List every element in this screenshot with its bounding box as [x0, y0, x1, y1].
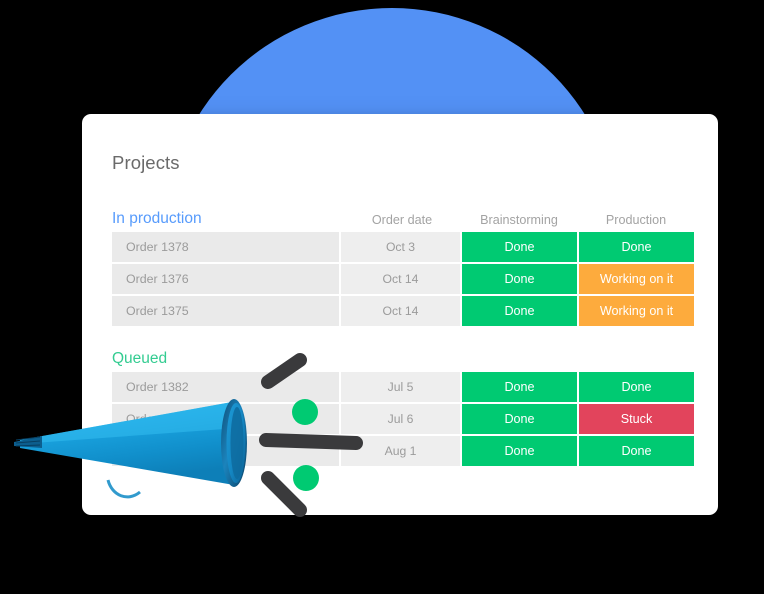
cell-order-name[interactable]: Order 1: [112, 404, 339, 434]
table-row[interactable]: Aug 1 Done Done: [112, 436, 694, 466]
status-badge-brainstorming[interactable]: Done: [462, 436, 577, 466]
group-rows-queued: Order 1382 Jul 5 Done Done Order 1 Jul 6 Done S…: [112, 372, 694, 468]
table-row[interactable]: Order 1378 Oct 3 Done Done: [112, 232, 694, 262]
cell-order-date[interactable]: Oct 14: [341, 264, 460, 294]
cell-order-date[interactable]: Jul 5: [341, 372, 460, 402]
table-row[interactable]: Order 1 Jul 6 Done Stuck: [112, 404, 694, 434]
group-label-queued[interactable]: Queued: [112, 350, 167, 368]
status-badge-production[interactable]: Working on it: [579, 296, 694, 326]
status-badge-brainstorming[interactable]: Done: [462, 264, 577, 294]
cell-order-name[interactable]: [112, 436, 339, 466]
projects-card: Projects Order date Brainstorming Produc…: [82, 114, 718, 515]
status-badge-brainstorming[interactable]: Done: [462, 404, 577, 434]
column-header-brainstorming: Brainstorming: [480, 213, 558, 227]
status-badge-brainstorming[interactable]: Done: [462, 372, 577, 402]
card-content: Projects Order date Brainstorming Produc…: [112, 114, 694, 515]
cell-order-name[interactable]: Order 1382: [112, 372, 339, 402]
cell-order-name[interactable]: Order 1376: [112, 264, 339, 294]
table-row[interactable]: Order 1376 Oct 14 Done Working on it: [112, 264, 694, 294]
group-label-in-production[interactable]: In production: [112, 210, 202, 228]
table-row[interactable]: Order 1375 Oct 14 Done Working on it: [112, 296, 694, 326]
status-badge-brainstorming[interactable]: Done: [462, 232, 577, 262]
page-title: Projects: [112, 152, 180, 173]
column-header-order-date: Order date: [371, 213, 433, 227]
status-badge-production[interactable]: Stuck: [579, 404, 694, 434]
status-badge-production[interactable]: Working on it: [579, 264, 694, 294]
status-badge-brainstorming[interactable]: Done: [462, 296, 577, 326]
table-row[interactable]: Order 1382 Jul 5 Done Done: [112, 372, 694, 402]
cell-order-date[interactable]: Oct 3: [341, 232, 460, 262]
cell-order-name[interactable]: Order 1378: [112, 232, 339, 262]
column-header-production: Production: [605, 213, 667, 227]
group-rows-in-production: Order 1378 Oct 3 Done Done Order 1376 Oct 14 D…: [112, 232, 694, 328]
cell-order-date[interactable]: Aug 1: [341, 436, 460, 466]
cell-order-name[interactable]: Order 1375: [112, 296, 339, 326]
status-badge-production[interactable]: Done: [579, 232, 694, 262]
cell-order-date[interactable]: Oct 14: [341, 296, 460, 326]
screenshot-stage: Projects Order date Brainstorming Produc…: [0, 0, 764, 594]
cell-order-date[interactable]: Jul 6: [341, 404, 460, 434]
status-badge-production[interactable]: Done: [579, 372, 694, 402]
status-badge-production[interactable]: Done: [579, 436, 694, 466]
